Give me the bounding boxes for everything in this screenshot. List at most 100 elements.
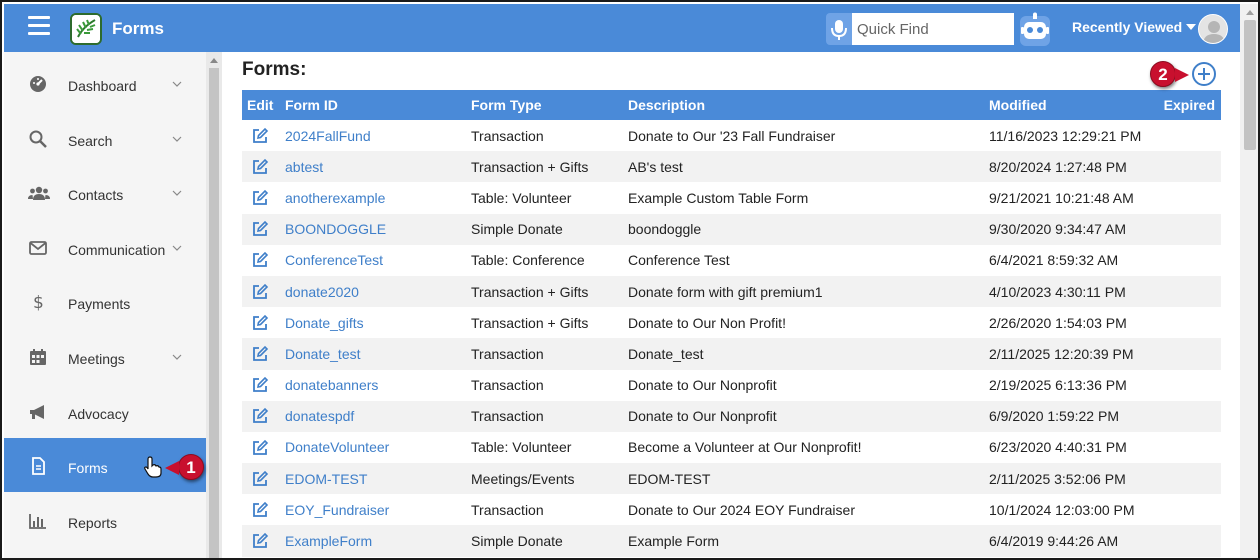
description-cell: boondoggle <box>623 213 984 245</box>
modified-cell: 6/4/2021 8:59:32 AM <box>989 252 1119 269</box>
form-id-cell: DonateVolunteer <box>280 432 466 463</box>
edit-icon[interactable] <box>251 345 269 363</box>
edit-icon[interactable] <box>251 470 269 488</box>
edit-cell <box>242 307 280 338</box>
description-cell: Donate to Our '23 Fall Fundraiser <box>628 127 836 144</box>
edit-icon[interactable] <box>251 314 269 332</box>
add-form-button[interactable] <box>1191 61 1217 87</box>
column-header-form-type[interactable]: Form Type <box>466 90 623 120</box>
form-id-link[interactable]: EOY_Fundraiser <box>285 502 389 518</box>
sidebar-item-payments[interactable]: $ Payments <box>4 274 206 328</box>
form-id-cell: EOY_Fundraiser <box>280 494 466 525</box>
modified-cell: 9/21/2021 10:21:48 AM <box>989 189 1134 206</box>
description-cell: Example Form <box>623 525 984 557</box>
page-title: Forms: <box>242 59 307 80</box>
quick-find-input[interactable] <box>852 13 1014 45</box>
edit-cell <box>242 182 280 213</box>
edit-icon[interactable] <box>251 251 269 269</box>
form-type-cell: Transaction <box>466 400 623 432</box>
expired-cell <box>1144 182 1221 213</box>
user-avatar[interactable] <box>1198 14 1228 44</box>
sidebar-scroll-up-arrow-icon[interactable] <box>210 58 218 63</box>
expired-cell <box>1144 120 1221 151</box>
modified-cell: 10/1/2024 12:03:00 PM <box>989 501 1135 518</box>
column-header-form-id[interactable]: Form ID <box>280 90 466 120</box>
chevron-down-icon[interactable] <box>172 349 182 360</box>
chevron-down-icon[interactable] <box>172 185 182 197</box>
edit-icon[interactable] <box>251 189 269 207</box>
edit-icon[interactable] <box>251 532 269 550</box>
description-cell: Donate to Our Nonprofit <box>623 400 984 432</box>
edit-icon[interactable] <box>251 158 269 176</box>
sidebar-scrollbar[interactable] <box>206 52 222 558</box>
expired-cell <box>1144 307 1221 338</box>
forms-table: Edit Form ID Form Type Description Modif… <box>242 90 1221 557</box>
edit-icon[interactable] <box>251 376 269 394</box>
caret-down-icon <box>1186 24 1197 30</box>
form-type-cell: Transaction <box>466 338 623 370</box>
form-id-link[interactable]: DonateVolunteer <box>285 439 389 455</box>
form-id-link[interactable]: anotherexample <box>285 190 385 206</box>
form-type-cell: Table: Conference <box>471 252 585 269</box>
app-logo[interactable] <box>70 13 102 45</box>
edit-icon[interactable] <box>251 283 269 301</box>
robot-assistant-icon[interactable] <box>1018 12 1052 48</box>
form-id-link[interactable]: abtest <box>285 159 323 175</box>
sidebar-item-advocacy[interactable]: Advocacy <box>4 384 206 438</box>
form-id-link[interactable]: donatespdf <box>285 408 354 424</box>
description-cell: Donate to Our Non Profit! <box>628 314 786 331</box>
sidebar-item-dashboard[interactable]: Dashboard <box>4 56 206 110</box>
form-id-link[interactable]: ExampleForm <box>285 533 372 549</box>
form-id-cell: Donate_test <box>280 338 466 370</box>
description-cell: Conference Test <box>628 252 730 269</box>
form-id-link[interactable]: donate2020 <box>285 284 359 300</box>
edit-icon[interactable] <box>251 501 269 519</box>
top-bar: Forms Recently Viewed <box>4 4 1240 52</box>
sidebar-item-search[interactable]: Search <box>4 111 206 165</box>
sidebar-item-reports[interactable]: Reports <box>4 493 206 547</box>
form-type-cell: Table: Volunteer <box>471 189 572 206</box>
modified-cell: 2/26/2020 1:54:03 PM <box>989 314 1127 331</box>
edit-cell <box>242 463 280 495</box>
sidebar-scrollbar-thumb[interactable] <box>209 68 219 558</box>
chevron-down-icon[interactable] <box>172 131 182 142</box>
calendar-icon <box>28 347 48 367</box>
chevron-down-icon[interactable] <box>172 76 182 87</box>
form-id-link[interactable]: donatebanners <box>285 377 378 393</box>
form-id-link[interactable]: BOONDOGGLE <box>285 221 386 237</box>
expired-cell <box>1144 275 1221 308</box>
form-id-link[interactable]: ConferenceTest <box>285 252 383 268</box>
form-id-link[interactable]: Donate_gifts <box>285 315 364 331</box>
column-header-edit: Edit <box>242 90 280 120</box>
scroll-up-arrow-icon[interactable] <box>1246 10 1254 15</box>
modified-cell: 6/9/2020 1:59:22 PM <box>984 400 1144 432</box>
column-header-expired[interactable]: Expired <box>1144 90 1221 120</box>
search-icon <box>28 129 48 149</box>
edit-icon[interactable] <box>251 407 269 425</box>
hamburger-menu-icon[interactable] <box>28 16 52 36</box>
edit-icon[interactable] <box>251 439 269 457</box>
table-header-row: Edit Form ID Form Type Description Modif… <box>242 90 1221 120</box>
microphone-icon[interactable] <box>826 13 852 45</box>
form-id-link[interactable]: 2024FallFund <box>285 128 371 144</box>
page-scrollbar-thumb[interactable] <box>1244 20 1256 150</box>
edit-cell <box>242 432 280 463</box>
form-type-cell: Transaction + Gifts <box>466 151 623 183</box>
form-id-link[interactable]: Donate_test <box>285 346 361 362</box>
form-type-cell: Table: Volunteer <box>471 439 572 456</box>
expired-cell <box>1144 400 1221 432</box>
sidebar-item-meetings[interactable]: Meetings <box>4 329 206 383</box>
modified-cell: 11/16/2023 12:29:21 PM <box>989 127 1142 144</box>
sidebar-item-communication[interactable]: Communication <box>4 220 206 274</box>
edit-icon[interactable] <box>251 127 269 145</box>
column-header-modified[interactable]: Modified <box>984 90 1144 120</box>
form-id-cell: abtest <box>280 151 466 183</box>
form-id-link[interactable]: EDOM-TEST <box>285 471 367 487</box>
column-header-description[interactable]: Description <box>623 90 984 120</box>
page-scrollbar[interactable] <box>1240 4 1258 558</box>
edit-icon[interactable] <box>251 220 269 238</box>
recently-viewed-dropdown[interactable]: Recently Viewed <box>1072 19 1197 35</box>
sidebar-item-contacts[interactable]: Contacts <box>4 165 206 219</box>
chevron-down-icon[interactable] <box>172 240 182 251</box>
table-row: abtest Transaction + Gifts AB's test 8/20/2… <box>242 151 1221 183</box>
